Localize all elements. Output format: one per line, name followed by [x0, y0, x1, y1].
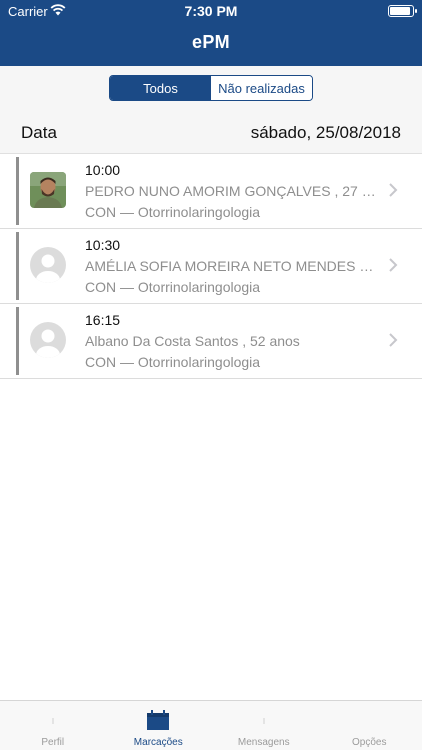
filter-bar: Todos Não realizadas	[0, 66, 422, 110]
patient-photo-avatar	[30, 172, 66, 208]
tab-mensagens[interactable]: Mensagens	[211, 701, 317, 750]
tab-label: Mensagens	[237, 737, 290, 748]
tab-perfil[interactable]: Perfil	[0, 701, 106, 750]
appointment-row[interactable]: 16:15 Albano Da Costa Santos , 52 anos C…	[0, 304, 422, 379]
appointment-row[interactable]: 10:30 AMÉLIA SOFIA MOREIRA NETO MENDES D…	[0, 229, 422, 304]
filter-nao-realizadas-button[interactable]: Não realizadas	[211, 76, 312, 100]
avatar-placeholder-icon	[30, 247, 66, 283]
patient-name: PEDRO NUNO AMORIM GONÇALVES , 27 anos	[85, 183, 381, 199]
calendar-icon	[147, 710, 170, 730]
tab-label: Perfil	[41, 737, 65, 748]
tab-marcacoes[interactable]: Marcações	[106, 701, 212, 750]
avatar-placeholder-icon	[30, 322, 66, 358]
date-label: Data	[21, 123, 57, 142]
tab-label: Marcações	[133, 737, 183, 748]
patient-name: Albano Da Costa Santos , 52 anos	[85, 333, 300, 349]
chevron-right-icon	[389, 183, 398, 197]
appointment-specialty: CON — Otorrinolaringologia	[85, 279, 261, 295]
tab-opcoes[interactable]: Opções	[317, 701, 422, 750]
tab-label: Opções	[352, 737, 387, 748]
navigation-header: Carrier 7:30 PM ePM	[0, 0, 422, 66]
profile-icon	[52, 718, 54, 724]
status-indicator-bar	[16, 307, 19, 375]
status-time: 7:30 PM	[184, 3, 238, 19]
appointment-time: 10:00	[85, 162, 121, 178]
page-title: ePM	[192, 32, 230, 52]
appointment-time: 10:30	[85, 237, 121, 253]
appointment-list: 10:00 PEDRO NUNO AMORIM GONÇALVES , 27 a…	[0, 154, 422, 379]
chevron-right-icon	[389, 333, 398, 347]
patient-name: AMÉLIA SOFIA MOREIRA NETO MENDES DA SILV…	[85, 258, 381, 274]
filter-todos-button[interactable]: Todos	[110, 76, 211, 100]
appointment-specialty: CON — Otorrinolaringologia	[85, 354, 261, 370]
tab-bar: Perfil Marcações Mensagens Opções	[0, 700, 422, 750]
status-indicator-bar	[16, 157, 19, 225]
status-indicator-bar	[16, 232, 19, 300]
appointment-time: 16:15	[85, 312, 121, 328]
appointment-row[interactable]: 10:00 PEDRO NUNO AMORIM GONÇALVES , 27 a…	[0, 154, 422, 229]
appointment-specialty: CON — Otorrinolaringologia	[85, 204, 261, 220]
filter-segmented-control: Todos Não realizadas	[109, 75, 313, 101]
chevron-right-icon	[389, 258, 398, 272]
date-section-header: Data sábado, 25/08/2018	[0, 110, 422, 154]
date-value: sábado, 25/08/2018	[250, 123, 401, 142]
messages-icon	[263, 718, 265, 724]
status-bar: Carrier 7:30 PM	[0, 0, 422, 22]
battery-icon	[388, 5, 417, 17]
